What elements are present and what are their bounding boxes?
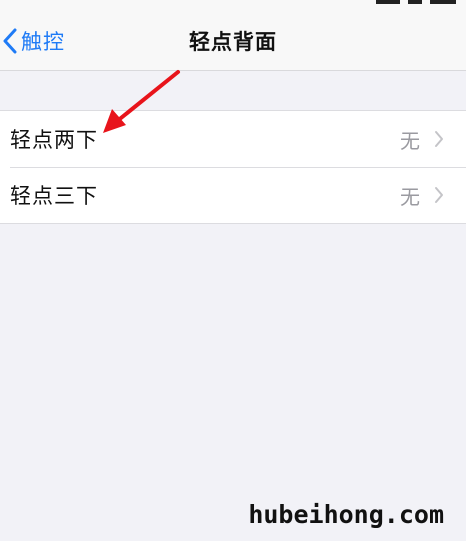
signal-icon (376, 0, 400, 4)
page-title: 轻点背面 (189, 30, 277, 54)
watermark-text: hubeihong.com (248, 500, 444, 529)
list-item-triple-tap[interactable]: 轻点三下 无 (0, 167, 466, 223)
wifi-icon (408, 0, 422, 4)
double-tap-label: 轻点两下 (10, 128, 98, 152)
tap-options-list: 轻点两下 无 轻点三下 无 (0, 110, 466, 224)
chevron-right-icon (435, 187, 443, 203)
status-indicators (376, 0, 456, 4)
triple-tap-label: 轻点三下 (10, 184, 98, 208)
triple-tap-value: 无 (400, 184, 420, 209)
battery-icon (430, 0, 456, 4)
status-bar (0, 0, 466, 10)
navigation-bar: 触控 轻点背面 (0, 10, 466, 71)
chevron-right-icon (435, 131, 443, 147)
red-arrow-annotation (103, 70, 180, 133)
double-tap-value: 无 (400, 128, 420, 153)
list-item-double-tap[interactable]: 轻点两下 无 (0, 111, 466, 167)
